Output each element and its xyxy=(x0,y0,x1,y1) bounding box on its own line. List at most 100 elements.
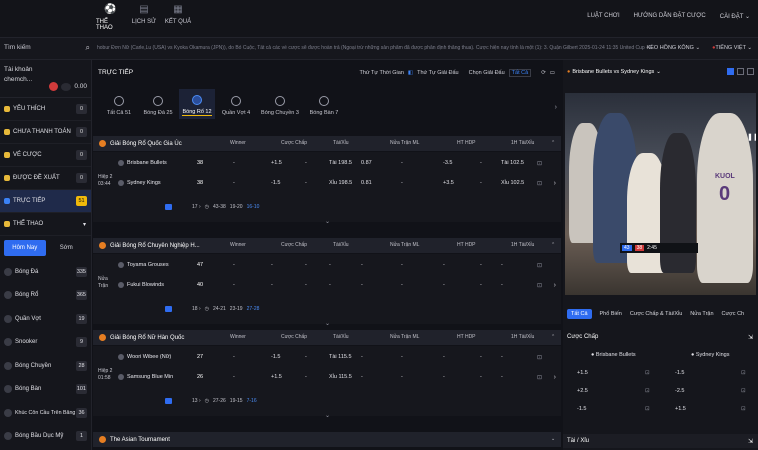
chevron-down-icon[interactable]: ⌄ xyxy=(551,436,555,442)
ht-handicap-odds[interactable]: - xyxy=(480,180,482,186)
winner-odds[interactable]: - xyxy=(233,180,235,186)
ht-handicap-odds[interactable]: - xyxy=(480,262,482,268)
odds-tab-popular[interactable]: Phổ Biến xyxy=(600,311,622,317)
total-odds[interactable]: 0.81 xyxy=(361,180,372,186)
total-line[interactable]: - xyxy=(329,282,331,288)
tab-basketball[interactable]: Bóng Rổ 12 xyxy=(179,89,215,119)
handicap-odds[interactable]: - xyxy=(305,180,307,186)
winner-odds[interactable]: - xyxy=(233,262,235,268)
handicap-odds[interactable]: - xyxy=(305,262,307,268)
live-video-icon[interactable] xyxy=(727,68,734,75)
tab-soccer[interactable]: Bóng Đá 25 xyxy=(140,89,176,119)
language-select[interactable]: ●TIẾNG VIỆT ⌄ xyxy=(712,45,752,51)
h1-total-line[interactable]: - xyxy=(501,262,503,268)
handicap-line[interactable]: -1.5 xyxy=(271,354,280,360)
winner-odds[interactable]: - xyxy=(233,374,235,380)
winner-odds[interactable]: - xyxy=(233,354,235,360)
odds-tab-handicap-ou[interactable]: Cược Chấp & Tài/Xỉu xyxy=(630,311,682,317)
total-line[interactable]: Xỉu 115.5 xyxy=(329,374,352,380)
chevron-up-icon[interactable]: ⌃ xyxy=(551,140,555,146)
handicap-odds[interactable]: - xyxy=(305,282,307,288)
league-header[interactable]: Giải Bóng Rổ Nữ Hàn Quốc Winner Cược Chấp T… xyxy=(93,330,561,345)
handicap-line[interactable]: +1.5 xyxy=(271,160,282,166)
tab-tennis[interactable]: Quần Vợt 4 xyxy=(218,89,254,119)
search-input[interactable]: Tìm kiếm ⌕ xyxy=(4,43,90,53)
pin-icon[interactable]: ⇲ xyxy=(748,334,753,341)
ht-handicap-odds[interactable]: - xyxy=(480,354,482,360)
half-ml-odds[interactable]: - xyxy=(401,354,403,360)
h1-total-line[interactable]: - xyxy=(501,354,503,360)
chevron-up-icon[interactable]: ⌃ xyxy=(551,242,555,248)
pause-icon[interactable]: ❚❚ xyxy=(747,133,756,141)
chevron-up-icon[interactable]: ⌃ xyxy=(551,334,555,340)
more-markets[interactable]: 17 › xyxy=(192,204,201,210)
half-ml-odds[interactable]: - xyxy=(401,180,403,186)
handicap-odds[interactable]: - xyxy=(305,374,307,380)
handicap-line[interactable]: - xyxy=(271,262,273,268)
league-header[interactable]: The Asian Tournament ⌄ xyxy=(93,432,561,447)
live-video[interactable]: KUOL 0 43 38 2:45 ❚❚ xyxy=(565,93,756,295)
sidebar-item-recommended[interactable]: ĐƯỢC ĐỀ XUẤT 0 xyxy=(0,167,91,190)
handicap-line[interactable]: -1.5 xyxy=(271,180,280,186)
tab-table-tennis[interactable]: Bóng Bàn 7 xyxy=(306,89,342,119)
expand-icon[interactable] xyxy=(747,68,754,75)
sport-item-snooker[interactable]: Snooker 9 xyxy=(0,331,91,355)
league-select[interactable]: Tất Cả xyxy=(508,69,532,77)
sort-league-button[interactable]: Thứ Tự Giải Đấu xyxy=(417,70,459,76)
ht-handicap-odds[interactable]: - xyxy=(480,160,482,166)
sidebar-item-live[interactable]: TRỰC TIẾP 51 xyxy=(0,190,91,213)
sport-item-table-tennis[interactable]: Bóng Bàn 101 xyxy=(0,378,91,402)
sport-item-soccer[interactable]: Bóng Đá 335 xyxy=(0,260,91,284)
total-line[interactable]: Xỉu 198.5 xyxy=(329,180,352,186)
sport-item-basketball[interactable]: Bóng Rổ 365 xyxy=(0,284,91,308)
toggle-icon[interactable]: ◧ xyxy=(408,70,413,76)
rules-link[interactable]: LUẬT CHƠI xyxy=(587,13,619,20)
collapse-all-icon[interactable]: ▭ xyxy=(550,70,555,76)
half-ml-odds[interactable]: - xyxy=(401,374,403,380)
odds-tab-half[interactable]: Nửa Trận xyxy=(690,311,713,317)
total-odds[interactable]: 0.87 xyxy=(361,160,372,166)
total-line[interactable]: - xyxy=(329,262,331,268)
ht-handicap-line[interactable]: - xyxy=(443,282,445,288)
sport-item-tennis[interactable]: Quần Vợt 19 xyxy=(0,307,91,331)
search-icon[interactable]: ⌕ xyxy=(86,43,90,53)
sort-time-button[interactable]: Thứ Tự Thời Gian xyxy=(359,70,403,76)
sidebar-item-unsettled[interactable]: CHƯA THANH TOÁN 0 xyxy=(0,121,91,144)
handicap-odds[interactable]: - xyxy=(305,160,307,166)
league-header[interactable]: Giải Bóng Rổ Chuyên Nghiệp H... Winner Cượ… xyxy=(93,238,561,253)
handicap-odds[interactable]: - xyxy=(305,354,307,360)
total-line[interactable]: Tài 198.5 xyxy=(329,160,352,166)
eye-toggle-icon[interactable] xyxy=(61,82,72,91)
refresh-icon[interactable]: ⟳ xyxy=(541,70,546,76)
sport-item-american-football[interactable]: Bóng Bầu Dục Mỹ 1 xyxy=(0,425,91,449)
tabs-scroll-right-icon[interactable]: › xyxy=(555,104,557,111)
home-handicap[interactable]: +1.5 xyxy=(577,370,588,376)
h1-total-line[interactable]: Tài 102.5 xyxy=(501,160,524,166)
chevron-down-icon[interactable]: ⌄ xyxy=(656,69,661,75)
expand-chevron-icon[interactable]: ⌄ xyxy=(325,218,330,225)
total-odds[interactable]: - xyxy=(361,354,363,360)
home-handicap[interactable]: -1.5 xyxy=(577,406,586,412)
total-odds[interactable]: - xyxy=(361,262,363,268)
live-tv-icon[interactable] xyxy=(165,398,172,404)
sidebar-item-tickets[interactable]: VÉ CƯỢC 0 xyxy=(0,144,91,167)
ht-handicap-line[interactable]: -3.5 xyxy=(443,160,452,166)
sport-item-volleyball[interactable]: Bóng Chuyền 28 xyxy=(0,354,91,378)
settings-link[interactable]: CÀI ĐẶT ⌄ xyxy=(720,13,750,20)
odds-format-select[interactable]: KÈO HỒNG KÔNG ⌄ xyxy=(647,45,701,51)
chevron-right-icon[interactable]: › xyxy=(554,374,556,381)
odds-tab-all[interactable]: Tất Cả xyxy=(567,309,592,319)
tab-all[interactable]: Tất Cả 51 xyxy=(101,89,137,119)
stats-icon[interactable] xyxy=(737,68,744,75)
early-button[interactable]: Sớm xyxy=(46,240,88,256)
chevron-right-icon[interactable]: › xyxy=(554,180,556,187)
h1-total-line[interactable]: Xỉu 102.5 xyxy=(501,180,524,186)
sidebar-item-sports[interactable]: THỂ THAO ▾ xyxy=(0,213,91,236)
h1-total-line[interactable]: - xyxy=(501,374,503,380)
ht-handicap-line[interactable]: +3.5 xyxy=(443,180,454,186)
away-handicap[interactable]: +1.5 xyxy=(675,406,686,412)
pin-icon[interactable]: ⇲ xyxy=(748,438,753,445)
winner-odds[interactable]: - xyxy=(233,160,235,166)
more-markets[interactable]: 18 › xyxy=(192,306,201,312)
handicap-line[interactable]: - xyxy=(271,282,273,288)
